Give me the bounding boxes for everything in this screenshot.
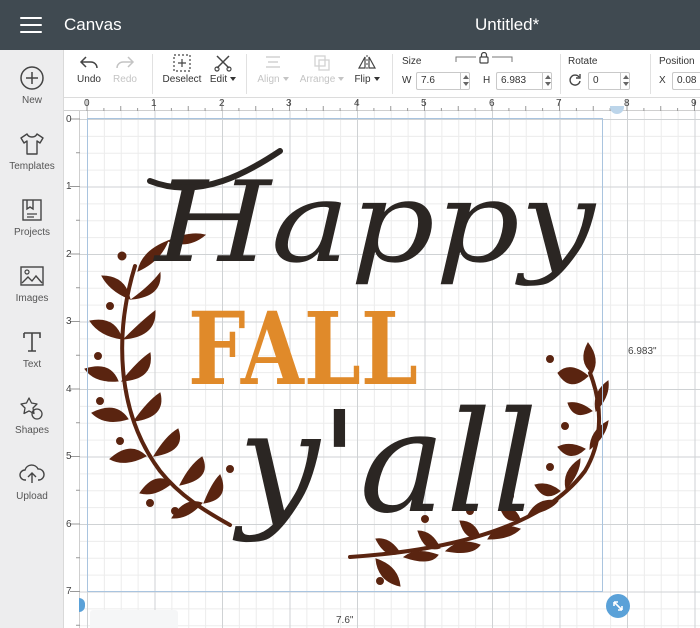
width-value: 7.6 (421, 75, 435, 86)
deselect-button[interactable]: Deselect (160, 50, 204, 98)
ruler-number: 0 (84, 98, 90, 109)
hamburger-menu-icon[interactable] (14, 13, 48, 37)
redo-button[interactable]: Redo (110, 50, 140, 98)
sidebar-item-label: New (21, 95, 42, 106)
tshirt-icon (20, 133, 44, 155)
title-bar: Canvas Untitled* (0, 0, 700, 50)
selection-box[interactable] (87, 118, 603, 592)
ruler-number: 9 (691, 98, 697, 109)
undo-label: Undo (77, 74, 101, 85)
flip-dropdown[interactable]: Flip (350, 50, 384, 98)
sidebar-item-new[interactable]: New (0, 64, 64, 126)
redo-label: Redo (113, 74, 137, 85)
top-ruler-ticks (86, 100, 695, 111)
height-stepper[interactable] (542, 72, 552, 90)
sidebar-item-label: Images (15, 293, 49, 304)
rotate-label: Rotate (568, 56, 598, 67)
ruler-number: 5 (421, 98, 427, 109)
width-label: W (402, 75, 412, 86)
width-stepper[interactable] (460, 72, 470, 90)
sidebar-item-label: Text (22, 359, 42, 370)
ruler-number: 5 (66, 451, 72, 462)
size-label: Size (402, 56, 422, 67)
ruler-number: 7 (556, 98, 562, 109)
position-x-input[interactable]: 0.08 (672, 72, 700, 90)
image-icon (20, 266, 44, 286)
deselect-icon (173, 54, 191, 72)
undo-button[interactable]: Undo (74, 50, 104, 98)
ruler-number: 0 (66, 114, 72, 125)
ruler-number: 1 (66, 181, 72, 192)
upload-icon (19, 464, 45, 483)
left-ruler: 0 1 2 3 4 5 6 7 (64, 111, 80, 628)
toolbar-divider (560, 54, 561, 94)
app-title: Canvas (64, 15, 122, 34)
shapes-icon (20, 397, 43, 420)
lock-aspect-icon[interactable] (454, 52, 514, 64)
rotate-icon (569, 74, 581, 86)
edit-label: Edit (209, 74, 228, 85)
ruler-number: 2 (66, 249, 72, 260)
sidebar-item-shapes[interactable]: Shapes (0, 394, 64, 456)
sidebar-item-images[interactable]: Images (0, 262, 64, 324)
deselect-label: Deselect (162, 74, 202, 85)
ruler-number: 2 (219, 98, 225, 109)
scissors-pencil-icon (214, 55, 232, 72)
flip-icon (357, 55, 377, 71)
left-sidebar: New Templates Projects Images Text Shape… (0, 50, 64, 628)
plus-circle-icon (20, 66, 44, 90)
toolbar-divider (246, 54, 247, 94)
rotate-stepper[interactable] (620, 72, 630, 90)
ruler-number: 4 (66, 384, 72, 395)
toolbar: Undo Redo Deselect Edit Align Arrange Fl… (64, 50, 700, 98)
ruler-number: 4 (354, 98, 360, 109)
redo-icon (116, 56, 135, 69)
align-dropdown[interactable]: Align (254, 50, 292, 98)
position-x-value: 0.08 (677, 75, 697, 86)
rotate-value: 0 (593, 75, 599, 86)
height-label: H (483, 75, 491, 86)
align-label: Align (257, 74, 280, 85)
ruler-number: 6 (489, 98, 495, 109)
sidebar-item-text[interactable]: Text (0, 328, 64, 390)
height-dimension-label: 6.983" (628, 346, 657, 357)
sidebar-item-templates[interactable]: Templates (0, 130, 64, 192)
arrange-label: Arrange (299, 74, 336, 85)
toolbar-divider (650, 54, 651, 94)
undo-icon (79, 56, 98, 69)
arrange-dropdown[interactable]: Arrange (298, 50, 346, 98)
top-ruler: 0 1 2 3 4 5 6 7 8 9 (64, 98, 700, 111)
toolbar-divider (152, 54, 153, 94)
toolbar-divider (392, 54, 393, 94)
document-title[interactable]: Untitled* (475, 15, 539, 35)
sidebar-item-label: Templates (9, 161, 55, 172)
width-dimension-label: 7.6" (336, 615, 354, 626)
projects-icon (22, 199, 42, 221)
text-icon (23, 332, 41, 352)
ruler-number: 7 (66, 586, 72, 597)
sidebar-item-label: Projects (13, 227, 51, 238)
sidebar-item-label: Upload (16, 491, 48, 502)
ruler-number: 1 (151, 98, 157, 109)
sidebar-item-projects[interactable]: Projects (0, 196, 64, 258)
arrange-icon (314, 55, 330, 71)
position-x-label: X (659, 75, 666, 86)
ruler-number: 3 (286, 98, 292, 109)
height-value: 6.983 (501, 75, 527, 86)
position-label: Position (659, 56, 695, 67)
flip-label: Flip (354, 74, 371, 85)
edit-dropdown[interactable]: Edit (206, 50, 240, 98)
ruler-number: 3 (66, 316, 72, 327)
zoom-controls-tray[interactable] (90, 610, 178, 628)
ruler-number: 8 (624, 98, 630, 109)
sidebar-item-upload[interactable]: Upload (0, 460, 64, 522)
align-icon (266, 56, 280, 68)
resize-handle-icon[interactable] (606, 594, 630, 618)
sidebar-item-label: Shapes (15, 425, 49, 436)
ruler-number: 6 (66, 519, 72, 530)
